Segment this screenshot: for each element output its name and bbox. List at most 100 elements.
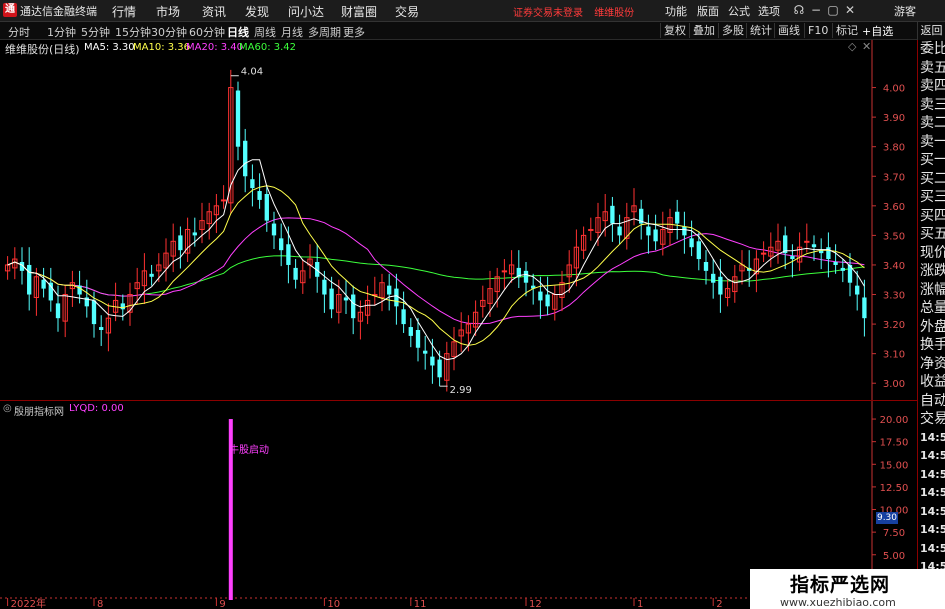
menu-ask[interactable]: 问小达 xyxy=(288,3,324,20)
candle-down xyxy=(703,262,709,271)
multi-stock-button[interactable]: 多股 xyxy=(718,23,747,38)
price-tick-label: 4.00 xyxy=(883,84,905,95)
period-60min[interactable]: 60分钟 xyxy=(189,24,225,40)
candle-up xyxy=(220,199,227,202)
candle-down xyxy=(430,356,435,366)
period-1min[interactable]: 1分钟 xyxy=(47,24,76,40)
close-icon[interactable]: ✕ xyxy=(842,2,858,18)
time-tick-label: 12 xyxy=(529,599,542,609)
ma20-line xyxy=(7,217,865,325)
menu-quotes[interactable]: 行情 xyxy=(112,3,136,20)
candle-down xyxy=(855,285,860,295)
title-bar: 通 通达信金融终端 行情 市场 资讯 发现 问小达 财富圈 交易 证券交易未登录… xyxy=(0,0,945,22)
user-guest[interactable]: 游客 xyxy=(894,3,916,19)
draw-line-button[interactable]: 画线 xyxy=(774,23,803,38)
period-30min[interactable]: 30分钟 xyxy=(151,24,187,40)
time-tick-label: 8 xyxy=(97,599,103,609)
menu-discover[interactable]: 发现 xyxy=(245,3,269,20)
period-daily[interactable]: 日线 xyxy=(227,24,249,40)
status-stock-name: 维维股份 xyxy=(594,8,635,19)
menu-function[interactable]: 功能 xyxy=(665,3,687,19)
back-button[interactable]: 返回 xyxy=(917,22,945,40)
price-tick-label: 3.40 xyxy=(883,261,905,272)
candle-down xyxy=(617,226,622,236)
candle-down xyxy=(523,270,529,283)
candle-down xyxy=(675,211,680,224)
period-more[interactable]: 更多 xyxy=(343,24,365,40)
side-item: 买一 xyxy=(920,152,945,168)
candle-down xyxy=(48,282,53,301)
side-item: 买三 xyxy=(920,189,945,205)
time-tick-label: 9 xyxy=(219,599,225,609)
candle-down xyxy=(120,303,125,310)
side-item: 自动 xyxy=(920,392,945,409)
period-toolbar: 分时 1分钟 5分钟 15分钟 30分钟 60分钟 日线 周线 月线 多周期 更… xyxy=(0,22,917,40)
menu-market[interactable]: 市场 xyxy=(156,3,180,20)
time-tick-label: 2 xyxy=(716,599,722,609)
menu-formula[interactable]: 公式 xyxy=(728,3,750,19)
period-multi[interactable]: 多周期 xyxy=(308,24,341,40)
side-item: 净资 xyxy=(920,355,945,372)
expand-icon[interactable]: ◇ xyxy=(848,40,856,53)
menu-options[interactable]: 选项 xyxy=(758,3,780,19)
close-panel-icon[interactable]: ✕ xyxy=(862,40,871,53)
mark-button[interactable]: 标记 xyxy=(832,23,861,38)
side-time: 14:56 xyxy=(920,430,945,444)
menu-trade[interactable]: 交易 xyxy=(395,3,419,20)
candle-down xyxy=(862,297,867,319)
candle-down xyxy=(250,179,255,189)
candle-down xyxy=(653,229,658,242)
candle-down xyxy=(646,226,651,236)
period-weekly[interactable]: 周线 xyxy=(254,24,276,40)
period-monthly[interactable]: 月线 xyxy=(281,24,303,40)
menu-news[interactable]: 资讯 xyxy=(202,3,226,20)
restore-rights-button[interactable]: 复权 xyxy=(660,23,689,38)
side-item: 卖二 xyxy=(920,115,945,131)
login-status: 证券交易未登录 维维股份 xyxy=(513,4,634,19)
side-item: 涨跌 xyxy=(920,263,945,279)
candle-down xyxy=(610,205,615,224)
side-item: 委比 xyxy=(920,41,945,57)
period-5min[interactable]: 5分钟 xyxy=(81,24,110,40)
f10-button[interactable]: F10 xyxy=(804,23,831,38)
indicator-tick-label: 20.00 xyxy=(880,415,909,426)
period-15min[interactable]: 15分钟 xyxy=(115,24,151,40)
side-time: 14:56 xyxy=(920,449,945,462)
watermark: 指标严选网 www.xuezhibiao.com xyxy=(750,569,945,609)
menu-wealth[interactable]: 财富圈 xyxy=(341,3,377,20)
overlay-button[interactable]: 叠加 xyxy=(689,23,718,38)
candle-down xyxy=(178,235,183,251)
statistics-button[interactable]: 统计 xyxy=(746,23,775,38)
period-tick[interactable]: 分时 xyxy=(8,24,30,40)
candle-down xyxy=(408,327,413,336)
ma5-line xyxy=(7,159,865,361)
candle-down xyxy=(538,291,543,301)
side-item: 买四 xyxy=(920,207,945,224)
candle-down xyxy=(545,294,550,307)
signal-label: 牛股启动 xyxy=(229,445,269,456)
restore-icon[interactable]: ▢ xyxy=(825,2,841,18)
candle-down xyxy=(682,226,687,236)
indicator-toggle-icon[interactable]: ◎ xyxy=(3,403,12,414)
kline-chart[interactable]: 3.00 3.10 3.20 3.30 3.40 3.50 3.60 3.70 3.80 3.90… xyxy=(0,40,917,609)
ma60-line xyxy=(7,255,865,297)
candle-down xyxy=(243,140,248,177)
price-tick-label: 3.90 xyxy=(883,113,905,124)
annotation-label: 4.04 xyxy=(241,67,263,78)
candle-down xyxy=(343,297,349,301)
side-item: 卖四 xyxy=(920,78,945,94)
candle-down xyxy=(192,232,197,236)
menu-layout[interactable]: 版面 xyxy=(697,3,719,19)
candle-down xyxy=(790,256,795,260)
candle-down xyxy=(322,279,327,295)
watermark-title: 指标严选网 xyxy=(790,574,891,596)
stock-name-label: 维维股份(日线) xyxy=(5,43,80,56)
service-icon[interactable]: ☊ xyxy=(791,2,807,18)
candle-down xyxy=(149,273,154,277)
minimize-icon[interactable]: − xyxy=(808,2,824,18)
side-item: 现价 xyxy=(920,244,945,261)
add-watchlist-button[interactable]: +自选 xyxy=(862,23,893,39)
annotation-label: 2.99 xyxy=(450,385,472,396)
price-tick-label: 3.80 xyxy=(883,143,905,154)
side-time: 14:56 xyxy=(920,523,945,536)
